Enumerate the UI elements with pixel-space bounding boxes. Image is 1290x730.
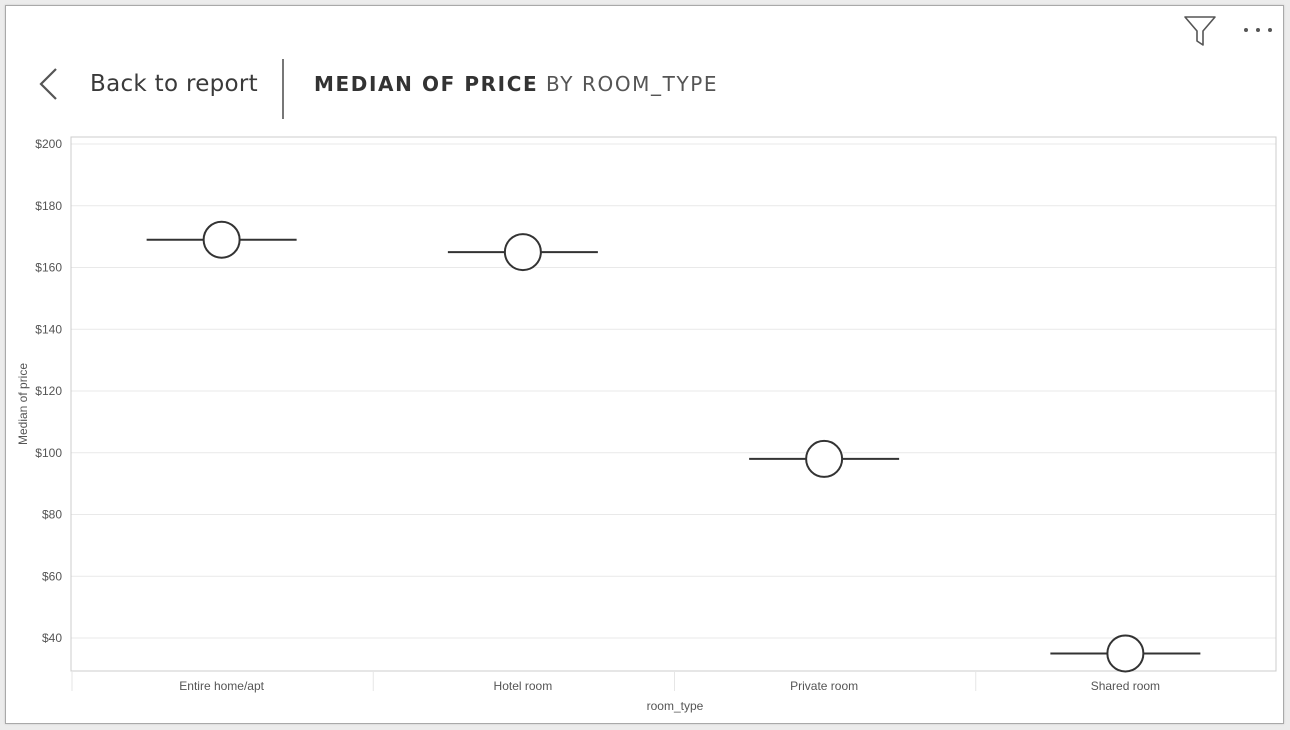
median-point[interactable]	[503, 233, 542, 272]
y-axis-ticks: $40 $60 $80 $100 $120 $140 $160 $180 $200	[35, 137, 62, 645]
x-tick-label: Private room	[790, 679, 858, 693]
y-tick-label: $100	[35, 446, 62, 460]
y-tick-label: $80	[42, 508, 62, 522]
y-axis-title: Median of price	[16, 363, 30, 445]
data-marks	[146, 220, 1201, 673]
y-tick-label: $60	[42, 569, 62, 583]
y-tick-label: $160	[35, 261, 62, 275]
y-tick-label: $180	[35, 199, 62, 213]
median-point[interactable]	[202, 220, 241, 259]
x-tick-label: Entire home/apt	[179, 679, 264, 693]
x-axis-title: room_type	[647, 699, 704, 713]
gridlines	[71, 143, 1276, 639]
median-point[interactable]	[805, 439, 844, 478]
x-axis-ticks: Entire home/apt Hotel room Private room Sha…	[71, 671, 1160, 693]
median-price-chart: $40 $60 $80 $100 $120 $140 $160 $180 $200 Entire…	[16, 136, 1277, 713]
y-tick-label: $200	[35, 137, 62, 151]
y-tick-label: $140	[35, 322, 62, 336]
median-point[interactable]	[1106, 634, 1145, 673]
y-tick-label: $120	[35, 384, 62, 398]
plot-area	[70, 136, 1277, 672]
x-tick-label: Shared room	[1091, 679, 1160, 693]
y-tick-label: $40	[42, 631, 62, 645]
x-tick-label: Hotel room	[494, 679, 553, 693]
